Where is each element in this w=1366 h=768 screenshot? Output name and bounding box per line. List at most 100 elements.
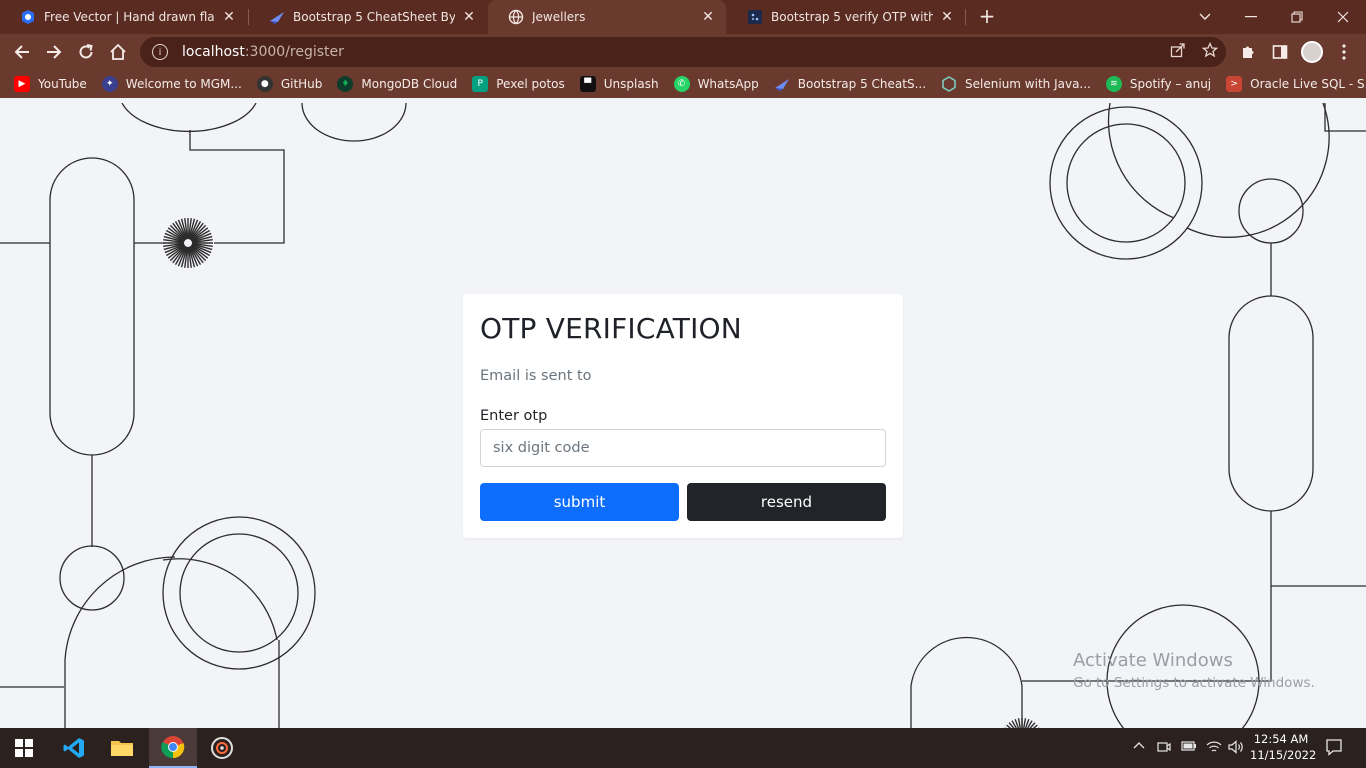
mgm-icon: ✦ <box>101 76 118 92</box>
bookmark-label: Welcome to MGM... <box>125 77 242 91</box>
bookmark-label: MongoDB Cloud <box>361 77 458 91</box>
meet-now-icon[interactable] <box>1157 740 1171 757</box>
bookmark-mgm[interactable]: ✦ Welcome to MGM... <box>101 76 242 92</box>
windows-taskbar: 12:54 AM 11/15/2022 <box>0 728 1366 768</box>
bookmark-whatsapp[interactable]: ✆ WhatsApp <box>673 76 759 92</box>
bookmark-pexels[interactable]: P Pexel potos <box>472 76 565 92</box>
tab-jewellers[interactable]: Jewellers ✕ <box>488 0 726 34</box>
page-content: OTP VERIFICATION Email is sent to Enter … <box>0 103 1366 728</box>
email-sent-text: Email is sent to <box>480 368 592 384</box>
share-icon[interactable] <box>1170 42 1186 58</box>
bookmark-label: Selenium with Java... <box>965 77 1091 91</box>
watermark-title: Activate Windows <box>1073 650 1233 671</box>
selenium-icon <box>941 76 957 92</box>
otp-card: OTP VERIFICATION Email is sent to Enter … <box>463 294 903 538</box>
freepik-icon <box>20 9 36 25</box>
kebab-menu-icon <box>1342 44 1346 60</box>
mongodb-icon: ♦ <box>337 76 354 92</box>
clock-date: 11/15/2022 <box>1250 748 1317 762</box>
bookmark-label: Spotify – anuj <box>1129 77 1212 91</box>
bookmark-label: GitHub <box>280 77 323 91</box>
system-clock[interactable]: 12:54 AM 11/15/2022 <box>1250 731 1317 763</box>
otp-input[interactable] <box>480 429 886 467</box>
taskbar-vscode[interactable] <box>50 728 98 768</box>
bootstrap-feather-icon <box>774 76 790 92</box>
submit-button[interactable]: submit <box>480 483 679 521</box>
close-icon[interactable]: ✕ <box>461 9 477 25</box>
tab-bootstrap-otp[interactable]: Bootstrap 5 verify OTP with valid ✕ <box>727 0 965 34</box>
restore-button[interactable] <box>1274 0 1320 34</box>
home-button[interactable] <box>106 40 130 64</box>
bookmark-label: Bootstrap 5 CheatS... <box>797 77 927 91</box>
close-window-button[interactable] <box>1320 0 1366 34</box>
menu-button[interactable] <box>1332 40 1356 64</box>
folder-icon <box>111 741 133 756</box>
youtube-icon: ▶ <box>14 76 30 92</box>
bookmark-unsplash[interactable]: ▀ Unsplash <box>579 76 659 92</box>
star-icon[interactable] <box>1202 42 1218 58</box>
clock-time: 12:54 AM <box>1253 732 1309 746</box>
back-button[interactable] <box>10 40 34 64</box>
vscode-icon <box>63 738 84 758</box>
volume-icon[interactable] <box>1228 740 1244 757</box>
new-tab-button[interactable]: + <box>976 4 998 28</box>
bookmark-label: Pexel potos <box>496 77 565 91</box>
reload-icon <box>79 44 93 59</box>
chrome-icon <box>161 736 185 759</box>
github-icon: ● <box>256 76 273 92</box>
chevron-down-icon <box>1199 13 1211 20</box>
tab-title: Free Vector | Hand drawn flat de <box>44 10 215 24</box>
watermark-subtitle: Go to Settings to activate Windows. <box>1073 675 1315 691</box>
battery-icon[interactable] <box>1181 740 1197 755</box>
address-bar[interactable]: i localhost:3000/register <box>140 37 1226 67</box>
profile-button[interactable] <box>1300 40 1324 64</box>
page-title: OTP VERIFICATION <box>480 312 742 345</box>
tab-title: Bootstrap 5 verify OTP with valid <box>771 10 933 24</box>
bootstrap-feather-icon <box>269 9 285 25</box>
start-button[interactable] <box>0 728 48 768</box>
browser-toolbar: i localhost:3000/register <box>0 34 1366 70</box>
tab-free-vector[interactable]: Free Vector | Hand drawn flat de ✕ <box>0 0 247 34</box>
bookmark-github[interactable]: ● GitHub <box>256 76 323 92</box>
reload-button[interactable] <box>74 40 98 64</box>
home-icon <box>110 43 126 60</box>
info-icon[interactable]: i <box>152 44 168 60</box>
tab-search-button[interactable] <box>1182 0 1228 34</box>
browser-tab-strip: Free Vector | Hand drawn flat de ✕ Boots… <box>0 0 1366 34</box>
wifi-icon[interactable] <box>1206 740 1222 757</box>
close-icon <box>1337 11 1349 23</box>
pexels-icon: P <box>472 76 489 92</box>
arrow-left-icon <box>14 45 29 59</box>
app-icon <box>211 737 233 759</box>
url-host: localhost <box>182 44 245 60</box>
bookmark-spotify[interactable]: ≋ Spotify – anuj <box>1105 76 1212 92</box>
tab-bootstrap-cheatsheet[interactable]: Bootstrap 5 CheatSheet By Them ✕ <box>249 0 487 34</box>
tab-title: Jewellers <box>532 10 586 24</box>
minimize-button[interactable] <box>1228 0 1274 34</box>
close-icon[interactable]: ✕ <box>221 9 237 25</box>
side-panel-button[interactable] <box>1268 40 1292 64</box>
chevron-up-icon[interactable] <box>1133 740 1145 755</box>
extensions-button[interactable] <box>1236 40 1260 64</box>
bookmark-youtube[interactable]: ▶ YouTube <box>14 76 87 92</box>
oracle-icon: > <box>1226 76 1243 92</box>
minimize-icon <box>1245 16 1257 18</box>
activate-windows-watermark: Activate Windows Go to Settings to activ… <box>1073 650 1315 691</box>
resend-button[interactable]: resend <box>687 483 886 521</box>
taskbar-chrome[interactable] <box>149 728 197 768</box>
restore-icon <box>1291 11 1303 23</box>
forward-button[interactable] <box>42 40 66 64</box>
bookmark-label: WhatsApp <box>697 77 759 91</box>
bookmark-mongodb[interactable]: ♦ MongoDB Cloud <box>337 76 457 92</box>
bookmark-oracle[interactable]: > Oracle Live SQL - S... <box>1226 76 1366 92</box>
bookmark-selenium[interactable]: Selenium with Java... <box>941 76 1091 92</box>
notification-icon[interactable] <box>1325 738 1343 759</box>
globe-icon <box>508 9 524 25</box>
taskbar-app[interactable] <box>198 728 246 768</box>
puzzle-icon <box>1243 46 1254 58</box>
bookmark-label: YouTube <box>38 77 87 91</box>
taskbar-file-explorer[interactable] <box>98 728 146 768</box>
bookmark-bootstrap-cheatsheet[interactable]: Bootstrap 5 CheatS... <box>774 76 926 92</box>
close-icon[interactable]: ✕ <box>700 9 716 25</box>
close-icon[interactable]: ✕ <box>939 9 955 25</box>
